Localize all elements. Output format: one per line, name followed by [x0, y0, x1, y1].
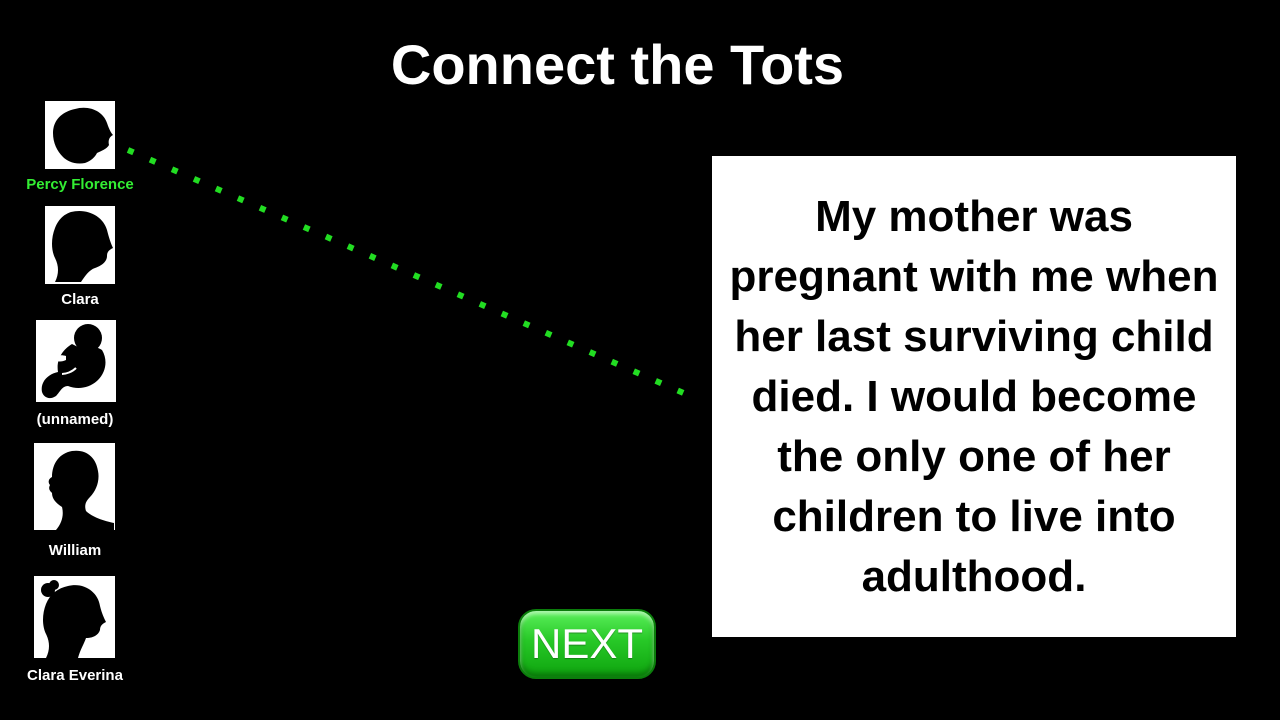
child-label: Percy Florence: [26, 176, 134, 193]
young-child-profile-icon: [34, 443, 115, 530]
child-card-clara-everina[interactable]: Clara Everina: [0, 576, 150, 688]
clue-card: My mother was pregnant with me when her …: [712, 156, 1236, 637]
child-label: (unnamed): [36, 411, 114, 428]
child-card-unnamed[interactable]: (unnamed): [0, 320, 150, 430]
child-card-william[interactable]: William: [0, 443, 150, 563]
boy-profile-icon: [45, 101, 115, 169]
next-button[interactable]: NEXT: [518, 609, 656, 679]
girl-profile-icon: [34, 576, 115, 658]
child-card-clara[interactable]: Clara: [5, 206, 155, 316]
child-profile-icon: [45, 206, 115, 284]
child-label: Clara: [61, 291, 99, 308]
game-title: Connect the Tots: [390, 33, 845, 96]
clue-text: My mother was pregnant with me when her …: [729, 191, 1219, 601]
child-label: Clara Everina: [27, 667, 123, 684]
child-card-percy-florence[interactable]: Percy Florence: [5, 100, 155, 200]
infant-icon: [36, 320, 116, 402]
child-label: William: [48, 542, 102, 559]
